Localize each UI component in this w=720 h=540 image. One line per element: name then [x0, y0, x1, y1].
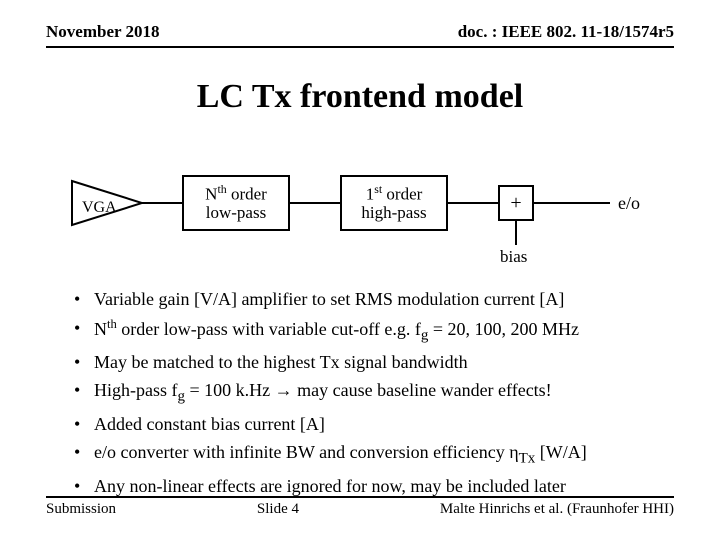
- footer: Submission Slide 4 Malte Hinrichs et al.…: [46, 501, 674, 518]
- connector: [290, 202, 340, 204]
- connector: [534, 202, 610, 204]
- lowpass-line1: Nth order: [188, 183, 284, 204]
- sum-node: +: [498, 185, 534, 221]
- list-item: Any non-linear effects are ignored for n…: [70, 475, 670, 498]
- bias-label: bias: [500, 247, 527, 267]
- footer-rule: [46, 496, 674, 498]
- list-item: Added constant bias current [A]: [70, 413, 670, 436]
- slide: November 2018 doc. : IEEE 802. 11-18/157…: [0, 0, 720, 540]
- vga-amplifier-icon: VGA: [70, 179, 144, 227]
- footer-author: Malte Hinrichs et al. (Fraunhofer HHI): [440, 501, 674, 518]
- lowpass-block: Nth order low-pass: [182, 175, 290, 231]
- page-title: LC Tx frontend model: [0, 78, 720, 116]
- connector: [448, 202, 498, 204]
- list-item: e/o converter with infinite BW and conve…: [70, 441, 670, 468]
- header: November 2018 doc. : IEEE 802. 11-18/157…: [46, 22, 674, 42]
- footer-slide-number: Slide 4: [257, 501, 299, 518]
- highpass-block: 1st order high-pass: [340, 175, 448, 231]
- block-diagram: VGA Nth order low-pass 1st order high-pa…: [70, 175, 670, 270]
- header-rule: [46, 46, 674, 48]
- list-item: High-pass fg = 100 k.Hz → may cause base…: [70, 379, 670, 406]
- list-item: Variable gain [V/A] amplifier to set RMS…: [70, 288, 670, 311]
- list-item: Nth order low-pass with variable cut-off…: [70, 317, 670, 345]
- connector: [515, 221, 517, 245]
- highpass-line2: high-pass: [346, 204, 442, 223]
- vga-label: VGA: [82, 199, 117, 217]
- eo-converter-label: e/o: [618, 193, 640, 214]
- connector: [142, 202, 182, 204]
- bullet-list: Variable gain [V/A] amplifier to set RMS…: [70, 288, 670, 503]
- header-doc-id: doc. : IEEE 802. 11-18/1574r5: [458, 22, 674, 42]
- header-date: November 2018: [46, 22, 159, 42]
- footer-left: Submission: [46, 501, 116, 518]
- highpass-line1: 1st order: [346, 183, 442, 204]
- list-item: May be matched to the highest Tx signal …: [70, 351, 670, 374]
- lowpass-line2: low-pass: [188, 204, 284, 223]
